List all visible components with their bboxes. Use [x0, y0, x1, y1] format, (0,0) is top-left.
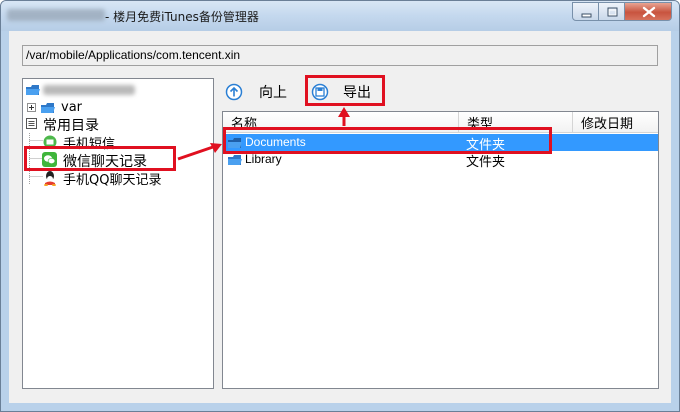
- tree-root[interactable]: [23, 81, 213, 99]
- close-button[interactable]: [624, 2, 672, 21]
- folder-tree[interactable]: var 常用目录 手机短信 微信聊天记录 手机QQ聊天记录: [22, 78, 214, 389]
- minimize-button[interactable]: [572, 2, 599, 21]
- tree-root-label-redacted: [43, 85, 135, 95]
- annotation-box-documents: [223, 127, 552, 154]
- expand-plus-icon[interactable]: [27, 103, 37, 113]
- phone-folder-icon: [26, 85, 40, 95]
- tree-item-label: 常用目录: [43, 118, 99, 134]
- close-icon: [642, 6, 656, 18]
- folder-icon: [41, 103, 55, 113]
- minimize-icon: [581, 13, 592, 18]
- annotation-box-wechat: [24, 146, 176, 171]
- annotation-box-export: [305, 75, 385, 106]
- qq-icon: [44, 171, 56, 186]
- window-title: - 楼月免费iTunes备份管理器: [105, 10, 259, 24]
- list-icon: [26, 118, 37, 129]
- path-field[interactable]: /var/mobile/Applications/com.tencent.xin: [22, 45, 658, 66]
- folder-icon: [228, 155, 242, 165]
- maximize-icon: [607, 7, 618, 17]
- tree-item-qq[interactable]: 手机QQ聊天记录: [23, 169, 213, 188]
- maximize-button[interactable]: [598, 2, 625, 21]
- up-button[interactable]: 向上: [223, 80, 293, 104]
- title-bar[interactable]: - 楼月免费iTunes备份管理器: [1, 1, 679, 31]
- column-header-date[interactable]: 修改日期: [573, 112, 658, 132]
- tree-item-label: 手机QQ聊天记录: [63, 173, 162, 188]
- up-label: 向上: [259, 85, 287, 101]
- tree-item-common-dirs[interactable]: 常用目录: [23, 115, 213, 134]
- app-window: - 楼月免费iTunes备份管理器 /var/mobile/Applicatio…: [0, 0, 680, 412]
- arrow-up-icon: [225, 83, 243, 101]
- tree-item-label: var: [61, 100, 83, 115]
- path-text: /var/mobile/Applications/com.tencent.xin: [26, 48, 241, 62]
- device-name-redacted: [7, 9, 105, 21]
- column-header-label: 修改日期: [581, 117, 634, 132]
- client-area: /var/mobile/Applications/com.tencent.xin: [9, 31, 671, 403]
- cell-name: Library: [245, 152, 282, 166]
